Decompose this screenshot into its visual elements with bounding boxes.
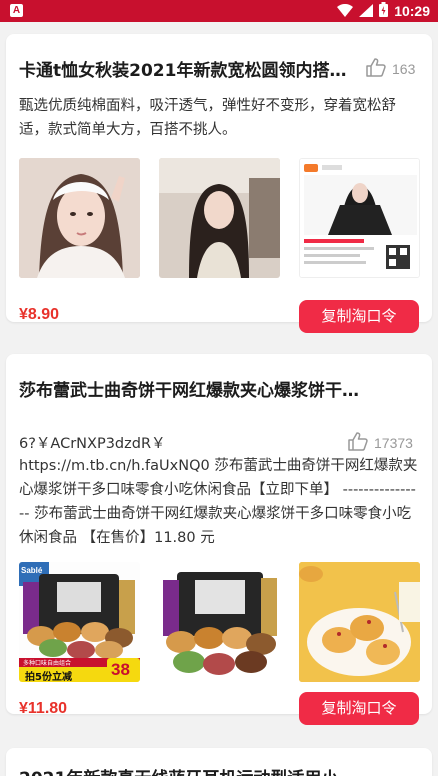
product-title: 2021年新款真无线蓝牙耳机运动型适用小...	[19, 764, 359, 776]
product-card[interactable]: 2021年新款真无线蓝牙耳机运动型适用小...	[6, 748, 432, 776]
status-bar: A 10:29	[0, 0, 438, 22]
product-description: 甄选优质纯棉面料，吸汗透气，弹性好不变形，穿着宽松舒适，款式简单大方，百搭不挑人…	[19, 98, 396, 138]
product-price: ¥11.80	[19, 700, 68, 717]
battery-icon	[379, 1, 389, 21]
promo-tag: 多种口味自由组合	[23, 660, 72, 667]
product-image[interactable]: Sablé 多种口味自由组合 拍5份立减 38	[19, 562, 140, 682]
product-image[interactable]	[299, 158, 420, 278]
copy-taokouling-button[interactable]: 复制淘口令	[299, 300, 419, 333]
like-count: 17373	[374, 435, 413, 451]
brand-logo: Sablé	[21, 566, 43, 575]
product-price: ¥8.90	[19, 306, 60, 323]
product-feed[interactable]: 卡通t恤女秋装2021年新款宽松圆领内搭打... 163 甄选优质纯棉面料，吸汗…	[0, 22, 438, 776]
image-row	[19, 158, 420, 278]
product-title: 莎布蕾武士曲奇饼干网红爆款夹心爆浆饼干...	[19, 381, 359, 401]
image-row: Sablé 多种口味自由组合 拍5份立减 38	[19, 562, 420, 682]
copy-taokouling-button[interactable]: 复制淘口令	[299, 692, 419, 725]
product-image[interactable]	[19, 158, 140, 278]
wifi-icon	[337, 2, 354, 21]
product-image[interactable]	[159, 562, 280, 682]
product-title: 卡通t恤女秋装2021年新款宽松圆领内搭打...	[19, 61, 359, 81]
thumbs-up-icon	[366, 58, 386, 80]
product-card[interactable]: 莎布蕾武士曲奇饼干网红爆款夹心爆浆饼干... 17373 6?￥ACrNXP3d…	[6, 354, 432, 725]
promo-price: 38	[111, 660, 130, 679]
product-card[interactable]: 卡通t恤女秋装2021年新款宽松圆领内搭打... 163 甄选优质纯棉面料，吸汗…	[6, 34, 432, 333]
notification-icon: A	[10, 4, 23, 17]
like-button[interactable]: 17373	[348, 432, 413, 454]
like-button[interactable]: 163	[366, 58, 415, 80]
product-image[interactable]	[299, 562, 420, 682]
clock: 10:29	[394, 3, 430, 19]
product-image[interactable]	[159, 158, 280, 278]
like-count: 163	[392, 61, 416, 77]
product-code: 6?￥ACrNXP3dzdR￥	[19, 436, 166, 452]
thumbs-up-icon	[348, 432, 368, 454]
product-description: https://m.tb.cn/h.faUxNQ0 莎布蕾武士曲奇饼干网红爆款夹…	[19, 458, 418, 546]
promo-text: 拍5份立减	[25, 672, 72, 682]
signal-icon	[359, 2, 374, 21]
